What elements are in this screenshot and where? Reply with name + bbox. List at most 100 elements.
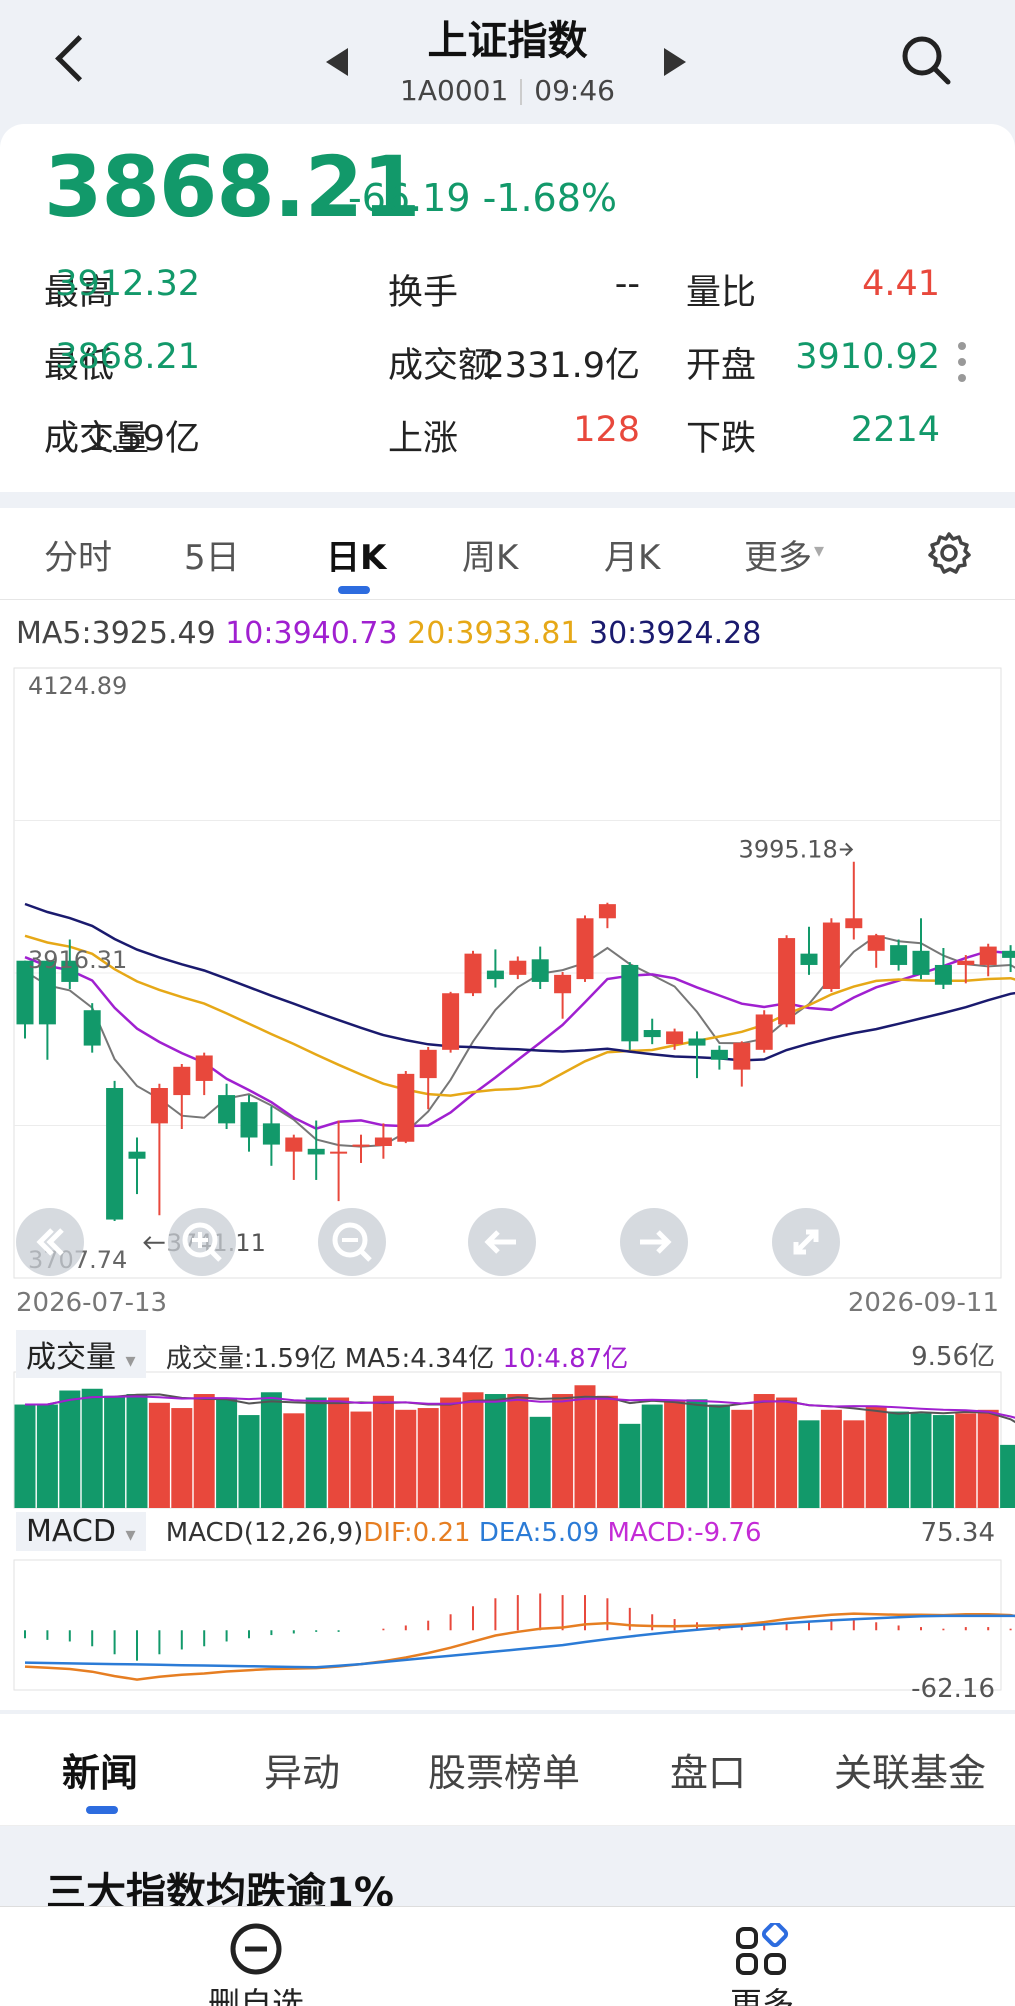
news-tab-4[interactable]: 关联基金 <box>834 1742 986 1797</box>
candle-body <box>173 1066 191 1096</box>
candle-body <box>688 1038 706 1046</box>
high-annotation: 3995.18 <box>739 835 838 863</box>
chevron-down-icon: ▾ <box>125 1522 136 1546</box>
tab-4[interactable]: 月K <box>604 530 660 579</box>
bottom-bar: 删自选 更多 <box>0 1906 1015 2006</box>
stat-value: 2214 <box>850 410 940 450</box>
volume-ma5: MA5:4.34亿 <box>344 1344 495 1374</box>
candle-body <box>285 1137 303 1152</box>
start-date: 2026-07-13 <box>16 1288 168 1318</box>
gear-icon[interactable] <box>926 530 972 576</box>
volume-value: 成交量:1.59亿 <box>165 1344 337 1374</box>
apps-icon <box>736 1923 789 1975</box>
candle-body <box>710 1049 728 1060</box>
search-icon[interactable] <box>900 34 952 86</box>
news-tab-1[interactable]: 异动 <box>264 1742 340 1797</box>
zoom-in-icon <box>182 1222 222 1262</box>
candle-body <box>957 960 975 965</box>
volume-bar <box>529 1416 551 1508</box>
tab-2[interactable]: 日K <box>326 530 386 579</box>
scroll-right-button[interactable] <box>620 1208 688 1276</box>
stat-value: 1.59亿 <box>87 419 200 459</box>
macd-max: 75.34 <box>920 1518 995 1548</box>
volume-bar <box>1000 1444 1015 1508</box>
volume-bar <box>574 1385 596 1508</box>
macd-box-label: MACD <box>26 1514 116 1549</box>
stat-label: 换手 <box>388 273 459 313</box>
volume-bar <box>148 1402 170 1508</box>
macd-indicator-select[interactable]: MACD ▾ <box>16 1512 146 1551</box>
volume-box-label: 成交量 <box>26 1340 116 1375</box>
stat-value: 3912.32 <box>55 264 200 304</box>
candle-body <box>934 964 952 985</box>
volume-bar <box>81 1388 103 1508</box>
candle-body <box>576 918 594 980</box>
next-index-arrow-icon[interactable] <box>664 48 686 76</box>
volume-bar <box>552 1394 574 1508</box>
tab-5[interactable]: 更多 <box>744 530 812 579</box>
candle-body <box>128 1151 146 1159</box>
volume-bar <box>955 1413 977 1508</box>
scroll-left-button[interactable] <box>468 1208 536 1276</box>
end-date: 2026-09-11 <box>847 1288 999 1318</box>
volume-indicator-select[interactable]: 成交量 ▾ <box>16 1330 146 1378</box>
volume-max: 9.56亿 <box>911 1342 995 1372</box>
expand-icon <box>793 1229 819 1255</box>
divider <box>520 79 523 105</box>
ma10-line <box>24 949 1015 1130</box>
tab-1[interactable]: 5日 <box>184 530 240 579</box>
volume-bar <box>395 1409 417 1508</box>
candle-body <box>262 1123 280 1145</box>
stat-label: 下跌 <box>686 419 757 459</box>
remove-watchlist-button[interactable]: 删自选 <box>196 1923 316 2006</box>
stat-label: 开盘 <box>686 346 757 386</box>
candle-body <box>867 935 885 951</box>
volume-bar <box>596 1395 618 1508</box>
ma20-value: 20:3933.81 <box>407 616 580 651</box>
candle-body <box>822 922 840 990</box>
candle-body <box>240 1102 258 1138</box>
rewind-button[interactable] <box>16 1208 84 1276</box>
news-tab-0[interactable]: 新闻 <box>62 1742 138 1797</box>
chart-area: 4124.893916.313707.743995.183741.11 MA5:… <box>0 600 1015 1710</box>
candle-body <box>83 1010 101 1046</box>
change-percent: -1.68% <box>482 176 618 220</box>
price-change: -66.19 -1.68% <box>348 176 617 220</box>
stat-label: 成交额 <box>388 346 494 386</box>
header: 上证指数 1A0001 09:46 <box>0 0 1015 120</box>
candle-body <box>531 959 549 982</box>
arrow-right-icon <box>640 1230 672 1254</box>
stat-value: -- <box>614 264 640 304</box>
candle-body <box>374 1137 392 1146</box>
candle-body <box>106 1088 124 1220</box>
macd-min: -62.16 <box>911 1674 995 1704</box>
candle-body <box>643 1030 661 1038</box>
tab-0[interactable]: 分时 <box>44 530 112 579</box>
volume-bar <box>708 1404 730 1508</box>
volume-bar <box>440 1397 462 1508</box>
price-axis-top: 4124.89 <box>28 672 127 700</box>
candle-body <box>1002 950 1015 958</box>
ma5-value: MA5:3925.49 <box>16 616 216 651</box>
more-vertical-icon[interactable] <box>958 342 966 392</box>
candle-body <box>621 964 639 1042</box>
volume-bar <box>283 1413 305 1508</box>
volume-bar <box>932 1415 954 1508</box>
candle-body <box>800 953 818 965</box>
volume-bar <box>753 1394 775 1508</box>
volume-bar <box>507 1394 529 1508</box>
candle-body <box>912 950 930 975</box>
news-tab-2[interactable]: 股票榜单 <box>428 1742 580 1797</box>
macd-dea-line <box>24 1614 1015 1669</box>
news-tab-3[interactable]: 盘口 <box>670 1742 746 1797</box>
zoom-in-button[interactable] <box>168 1208 236 1276</box>
zoom-out-button[interactable] <box>318 1208 386 1276</box>
volume-bar <box>865 1406 887 1508</box>
stat-label: 上涨 <box>388 419 459 459</box>
tab-3[interactable]: 周K <box>462 530 518 579</box>
candle-body <box>979 946 997 965</box>
more-button[interactable]: 更多 <box>702 1923 822 2006</box>
volume-bar <box>798 1420 820 1508</box>
arrow-left-icon <box>484 1230 516 1254</box>
fullscreen-button[interactable] <box>772 1208 840 1276</box>
